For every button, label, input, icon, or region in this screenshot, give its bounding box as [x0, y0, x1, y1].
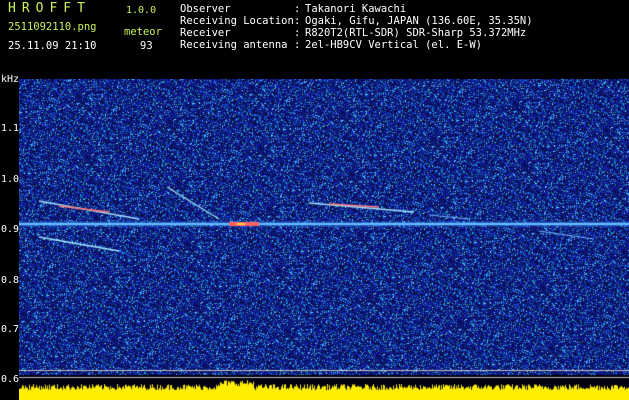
- info-value-antenna: 2el-HB9CV Vertical (el. E-W): [305, 39, 483, 51]
- info-value-observer: Takanori Kawachi: [305, 3, 407, 15]
- y-tick-label: 0.6: [1, 374, 20, 385]
- filename: 2511092110.png: [8, 21, 97, 33]
- y-tick-label: 0.8: [1, 275, 20, 286]
- info-value-receiver: R820T2(RTL-SDR) SDR-Sharp 53.372MHz: [305, 27, 527, 39]
- meteor-count: 93: [140, 40, 153, 52]
- info-colon: :: [294, 39, 301, 51]
- y-tick-label: 1.0: [1, 174, 20, 185]
- info-colon: :: [294, 3, 301, 15]
- y-tick-label: 0.7: [1, 324, 20, 335]
- y-tick-label: 1.1: [1, 123, 20, 134]
- spectrogram-canvas: [19, 79, 629, 400]
- meteor-label: meteor: [124, 26, 162, 38]
- info-colon: :: [294, 15, 301, 27]
- info-label-antenna: Receiving antenna: [180, 39, 288, 51]
- app-title: HROFFT: [8, 1, 91, 16]
- info-value-location: Ogaki, Gifu, JAPAN (136.60E, 35.35N): [305, 15, 533, 27]
- app-version: 1.0.0: [126, 5, 157, 16]
- info-label-observer: Observer: [180, 3, 231, 15]
- y-axis-unit: kHz: [1, 74, 20, 85]
- spectrogram: [19, 79, 629, 400]
- datetime: 25.11.09 21:10: [8, 40, 97, 52]
- info-label-receiver: Receiver: [180, 27, 231, 39]
- info-colon: :: [294, 27, 301, 39]
- y-tick-label: 0.9: [1, 224, 20, 235]
- info-label-location: Receiving Location: [180, 15, 294, 27]
